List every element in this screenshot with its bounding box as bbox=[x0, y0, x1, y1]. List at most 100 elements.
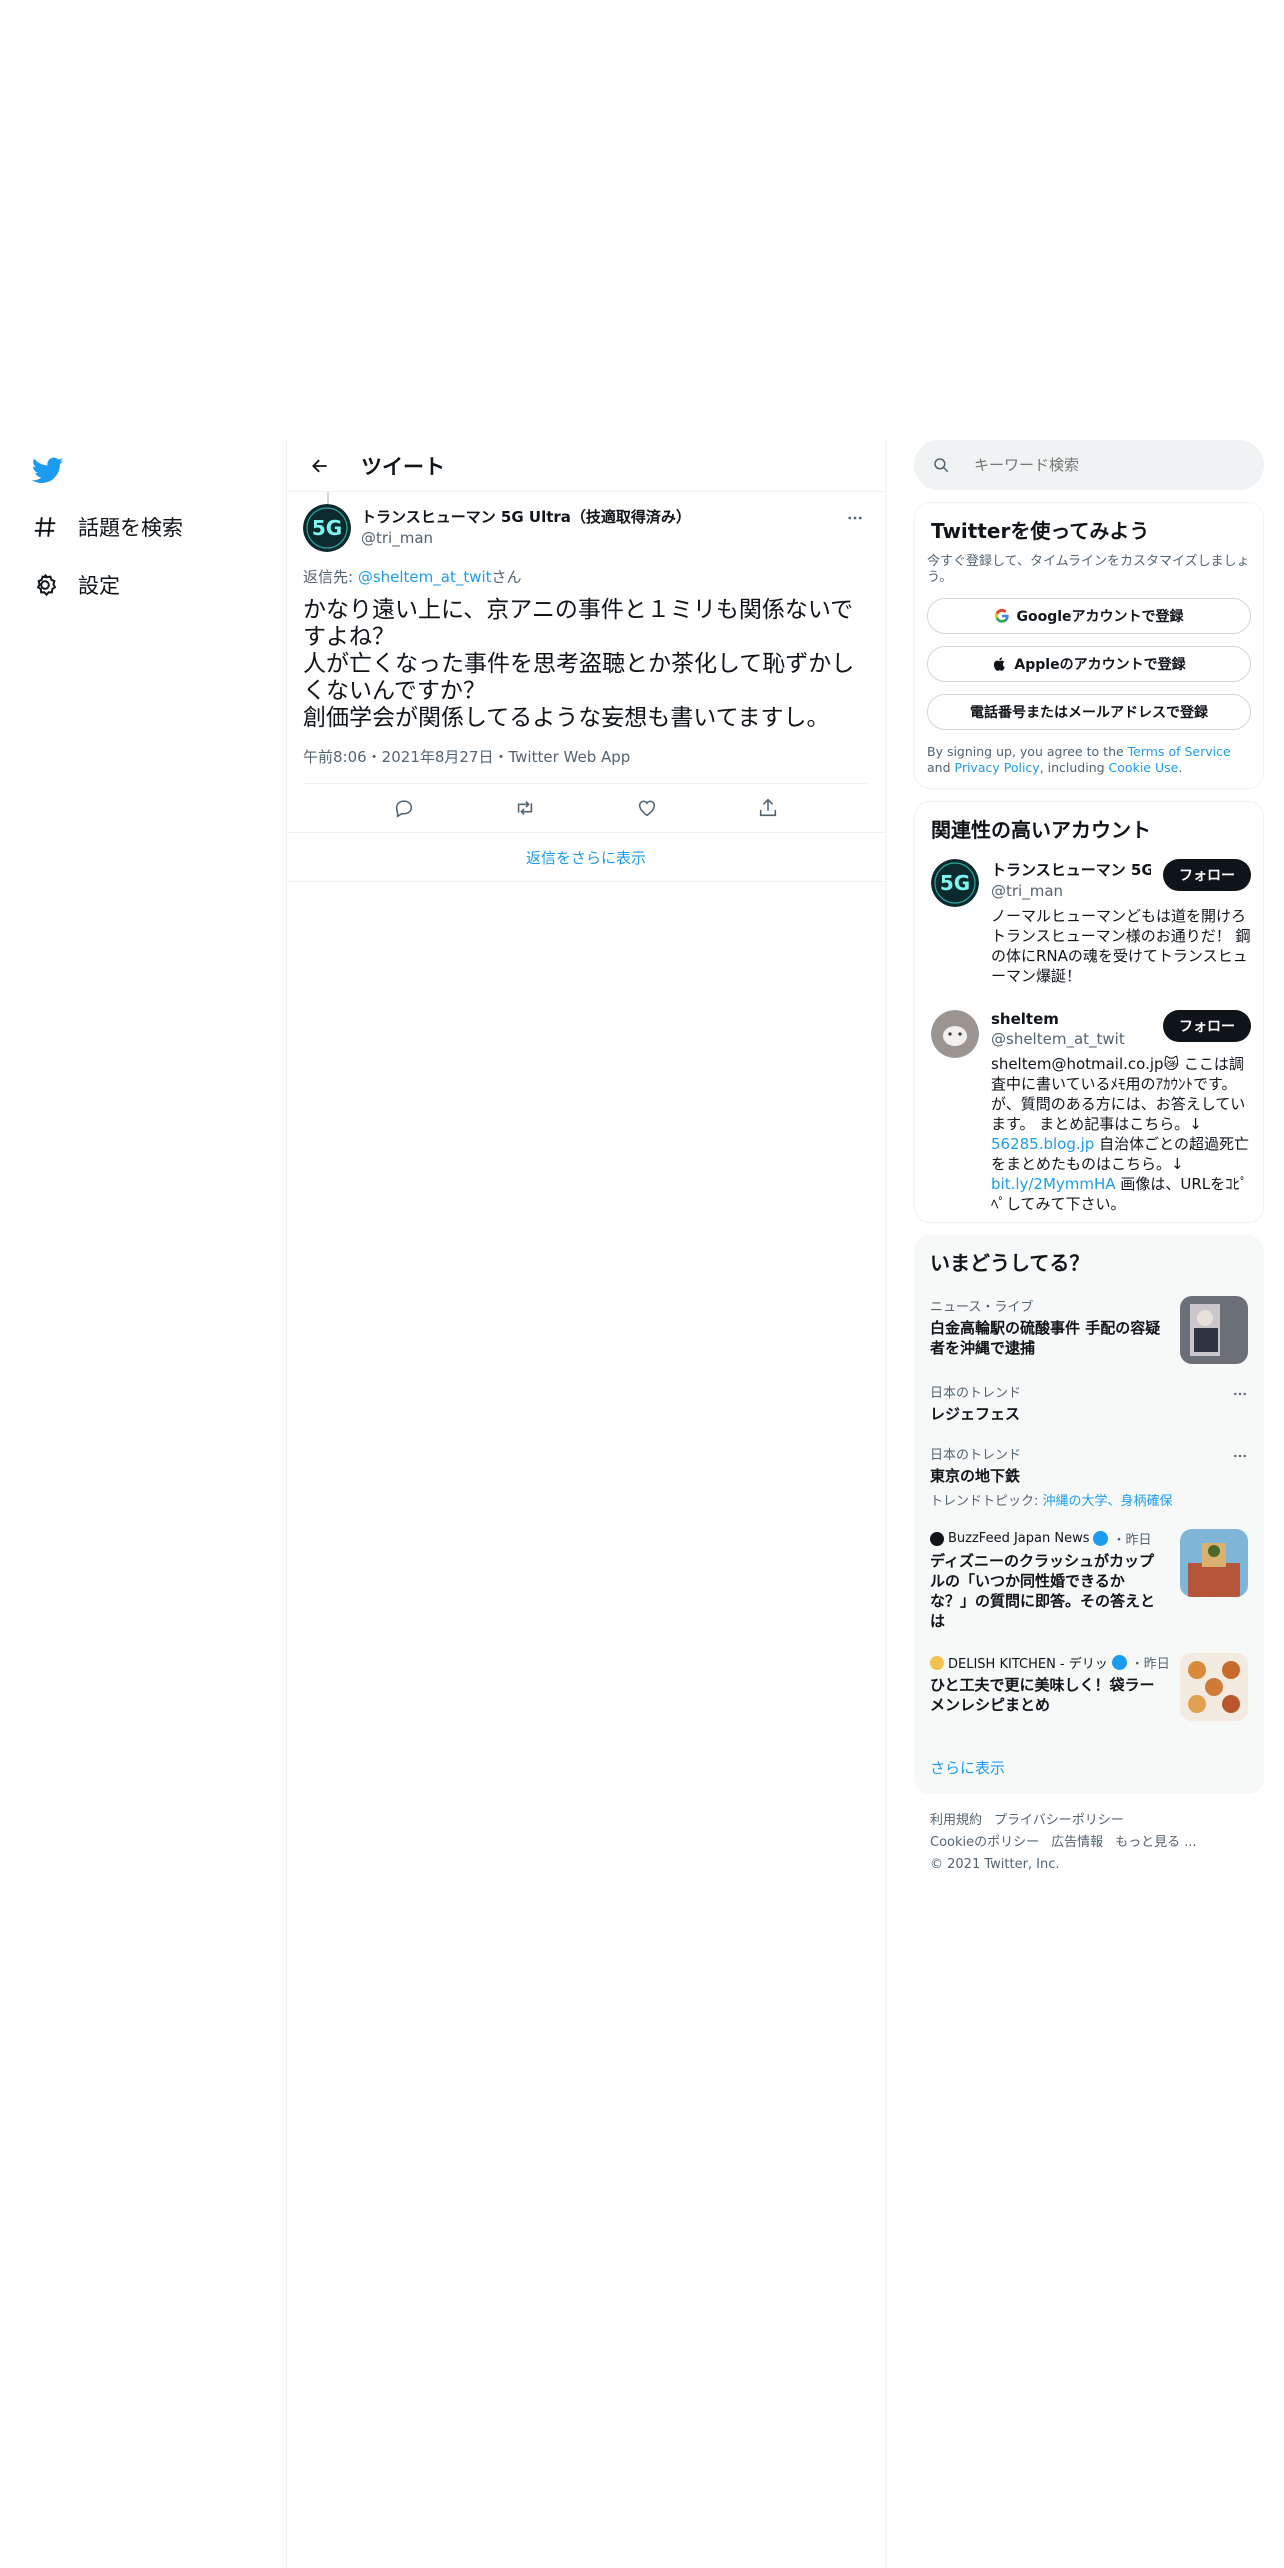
apple-signup-label: Appleのアカウントで登録 bbox=[1014, 657, 1186, 673]
related-account[interactable]: sheltem @sheltem_at_twit フォロー sheltem@ho… bbox=[915, 994, 1263, 1222]
account-name[interactable]: sheltem bbox=[991, 1010, 1151, 1028]
reply-suffix: さん bbox=[491, 568, 522, 586]
footer: 利用規約 プライバシーポリシー Cookieのポリシー 広告情報 もっと見る ... … bbox=[914, 1794, 1264, 1892]
news-time: ・昨日 bbox=[1112, 1533, 1152, 1548]
tweet-text: かなり遠い上に、京アニの事件と１ミリも関係ないですよね？ 人が亡くなった事件を思… bbox=[303, 597, 855, 731]
tweet-timestamp[interactable]: 午前8:06・2021年8月27日・Twitter Web App bbox=[303, 746, 869, 784]
signup-legal: By signing up, you agree to the Terms of… bbox=[915, 730, 1263, 788]
trend-context: 日本のトレンド bbox=[930, 1448, 1022, 1463]
nav-settings[interactable]: 設定 bbox=[32, 570, 120, 600]
google-signup-button[interactable]: Googleアカウントで登録 bbox=[927, 598, 1251, 634]
right-sidebar: Twitterを使ってみよう 今すぐ登録して、タイムラインをカスタマイズしましょ… bbox=[914, 440, 1264, 1892]
footer-cookie-link[interactable]: Cookieのポリシー bbox=[930, 1835, 1039, 1850]
related-account[interactable]: 5G トランスヒューマン 5G Ultra（技適取得済み） @tri_man フ… bbox=[915, 843, 1263, 994]
author-name[interactable]: トランスヒューマン 5G Ultra（技適取得済み） bbox=[361, 506, 841, 527]
trend-title: レジェフェス bbox=[930, 1405, 1021, 1423]
legal-text-3: , including bbox=[1039, 760, 1109, 775]
nav-explore[interactable]: 話題を検索 bbox=[32, 512, 183, 542]
more-dots-icon bbox=[1234, 1392, 1246, 1396]
tweet-author-row: 5G トランスヒューマン 5G Ultra（技適取得済み） @tri_man bbox=[303, 504, 869, 552]
author-avatar[interactable]: 5G bbox=[303, 504, 351, 552]
news-title: ディズニーのクラッシュがカップルの「いつか同性婚できるかな？」の質問に即答。その… bbox=[930, 1552, 1156, 1630]
trend-topics-links[interactable]: 沖縄の大学、身柄確保 bbox=[1043, 1494, 1173, 1509]
more-dots-icon bbox=[848, 516, 862, 520]
trend-more-button[interactable] bbox=[1232, 1386, 1248, 1406]
account-handle[interactable]: @sheltem_at_twit bbox=[991, 1030, 1151, 1048]
page: 話題を検索 設定 ツイート 5G トランスヒューマン 5G Ultra（技適取得… bbox=[0, 0, 1284, 2568]
google-signup-label: Googleアカウントで登録 bbox=[1016, 609, 1184, 625]
more-dots-icon bbox=[1234, 1454, 1246, 1458]
author-handle[interactable]: @tri_man bbox=[361, 529, 841, 547]
footer-terms-link[interactable]: 利用規約 bbox=[930, 1813, 982, 1828]
twitter-logo-icon[interactable] bbox=[32, 454, 64, 486]
related-title: 関連性の高いアカウント bbox=[931, 818, 1151, 842]
google-icon bbox=[995, 608, 1010, 623]
author-names: トランスヒューマン 5G Ultra（技適取得済み） @tri_man bbox=[361, 504, 841, 547]
news-item[interactable]: BuzzFeed Japan News ・昨日 ディズニーのクラッシュがカップル… bbox=[914, 1519, 1264, 1643]
search-box[interactable] bbox=[914, 440, 1264, 490]
account-avatar-text: 5G bbox=[940, 871, 970, 895]
main-column: ツイート 5G トランスヒューマン 5G Ultra（技適取得済み） @tri_… bbox=[286, 440, 886, 2568]
account-avatar[interactable] bbox=[931, 1010, 979, 1058]
news-thumbnail bbox=[1180, 1529, 1248, 1597]
trend-item[interactable]: ニュース・ライブ 白金高輪駅の硫酸事件 手配の容疑者を沖縄で逮捕 bbox=[914, 1286, 1264, 1372]
trends-card: いまどうしてる？ ニュース・ライブ 白金高輪駅の硫酸事件 手配の容疑者を沖縄で逮… bbox=[914, 1235, 1264, 1794]
follow-button[interactable]: フォロー bbox=[1163, 1010, 1251, 1042]
share-icon[interactable] bbox=[757, 797, 779, 819]
news-time: ・昨日 bbox=[1130, 1657, 1170, 1672]
account-avatar[interactable]: 5G bbox=[931, 859, 979, 907]
news-title: ひと工夫で更に美味しく！袋ラーメンレシピまとめ bbox=[930, 1676, 1155, 1714]
account-handle[interactable]: @tri_man bbox=[991, 882, 1151, 900]
reply-to: 返信先: @sheltem_at_twitさん bbox=[303, 566, 869, 587]
trend-item[interactable]: 日本のトレンド レジェフェス bbox=[914, 1372, 1264, 1434]
trend-item[interactable]: 日本のトレンド 東京の地下鉄 トレンドトピック: 沖縄の大学、身柄確保 bbox=[914, 1434, 1264, 1519]
terms-link[interactable]: Terms of Service bbox=[1128, 744, 1231, 759]
arrow-left-icon bbox=[312, 459, 327, 472]
trend-title: 東京の地下鉄 bbox=[930, 1467, 1021, 1485]
footer-copyright: © 2021 Twitter, Inc. bbox=[930, 1857, 1060, 1872]
trend-topics: トレンドトピック: 沖縄の大学、身柄確保 bbox=[930, 1490, 1248, 1509]
account-bio: ノーマルヒューマンどもは道を開けろ トランスヒューマン様のお通りだ！ 鋼の体にR… bbox=[991, 907, 1251, 985]
footer-ads-link[interactable]: 広告情報 bbox=[1051, 1835, 1103, 1850]
reply-icon[interactable] bbox=[393, 797, 415, 819]
trend-more-button[interactable] bbox=[1232, 1448, 1248, 1468]
nav-explore-label: 話題を検索 bbox=[78, 516, 183, 540]
cookie-link[interactable]: Cookie Use bbox=[1109, 760, 1179, 775]
signup-title: Twitterを使ってみよう bbox=[931, 519, 1150, 543]
like-icon[interactable] bbox=[636, 797, 658, 819]
trends-show-more-link[interactable]: さらに表示 bbox=[914, 1741, 1264, 1794]
footer-more-link[interactable]: もっと見る ... bbox=[1115, 1835, 1197, 1850]
more-options-button[interactable] bbox=[841, 504, 869, 532]
tweet: 5G トランスヒューマン 5G Ultra（技適取得済み） @tri_man 返… bbox=[287, 492, 885, 832]
reply-mention-link[interactable]: @sheltem_at_twit bbox=[358, 568, 492, 586]
retweet-icon[interactable] bbox=[514, 797, 536, 819]
account-name[interactable]: トランスヒューマン 5G Ultra（技適取得済み） bbox=[991, 859, 1151, 880]
hashtag-icon bbox=[34, 517, 56, 537]
account-bio: sheltem@hotmail.co.jp😿 ここは調査中に書いているﾒﾓ用のｱ… bbox=[991, 1054, 1251, 1214]
phone-email-signup-button[interactable]: 電話番号またはメールアドレスで登録 bbox=[927, 694, 1251, 730]
trend-topics-label: トレンドトピック: bbox=[930, 1494, 1043, 1509]
verified-badge-icon bbox=[1093, 1531, 1109, 1546]
privacy-link[interactable]: Privacy Policy bbox=[955, 760, 1040, 775]
search-icon bbox=[934, 458, 949, 473]
back-button[interactable] bbox=[303, 449, 337, 483]
trends-title: いまどうしてる？ bbox=[930, 1251, 1090, 1275]
news-thumbnail bbox=[1180, 1653, 1248, 1721]
account-body: sheltem @sheltem_at_twit フォロー sheltem@ho… bbox=[991, 1010, 1251, 1214]
search-input[interactable] bbox=[974, 456, 1168, 474]
bio-link[interactable]: bit.ly/2MymmHA bbox=[991, 1175, 1116, 1193]
phone-email-signup-label: 電話番号またはメールアドレスで登録 bbox=[970, 705, 1208, 721]
buzzfeed-logo-icon bbox=[930, 1531, 944, 1546]
trend-context: 日本のトレンド bbox=[930, 1386, 1022, 1401]
account-body: トランスヒューマン 5G Ultra（技適取得済み） @tri_man フォロー… bbox=[991, 859, 1251, 986]
follow-button[interactable]: フォロー bbox=[1163, 859, 1251, 891]
footer-privacy-link[interactable]: プライバシーポリシー bbox=[994, 1813, 1124, 1828]
show-more-replies-link[interactable]: 返信をさらに表示 bbox=[287, 832, 885, 882]
legal-text-4: . bbox=[1178, 760, 1183, 775]
news-item[interactable]: DELISH KITCHEN - デリッ ・昨日 ひと工夫で更に美味しく！袋ラー… bbox=[914, 1643, 1264, 1741]
apple-signup-button[interactable]: Appleのアカウントで登録 bbox=[927, 646, 1251, 682]
signup-subtitle: 今すぐ登録して、タイムラインをカスタマイズしましょう。 bbox=[927, 554, 1250, 585]
news-source-name: DELISH KITCHEN - デリッ bbox=[948, 1657, 1108, 1672]
related-accounts-card: 関連性の高いアカウント 5G トランスヒューマン 5G Ultra（技適取得済み… bbox=[914, 801, 1264, 1223]
bio-link[interactable]: 56285.blog.jp bbox=[991, 1135, 1094, 1153]
